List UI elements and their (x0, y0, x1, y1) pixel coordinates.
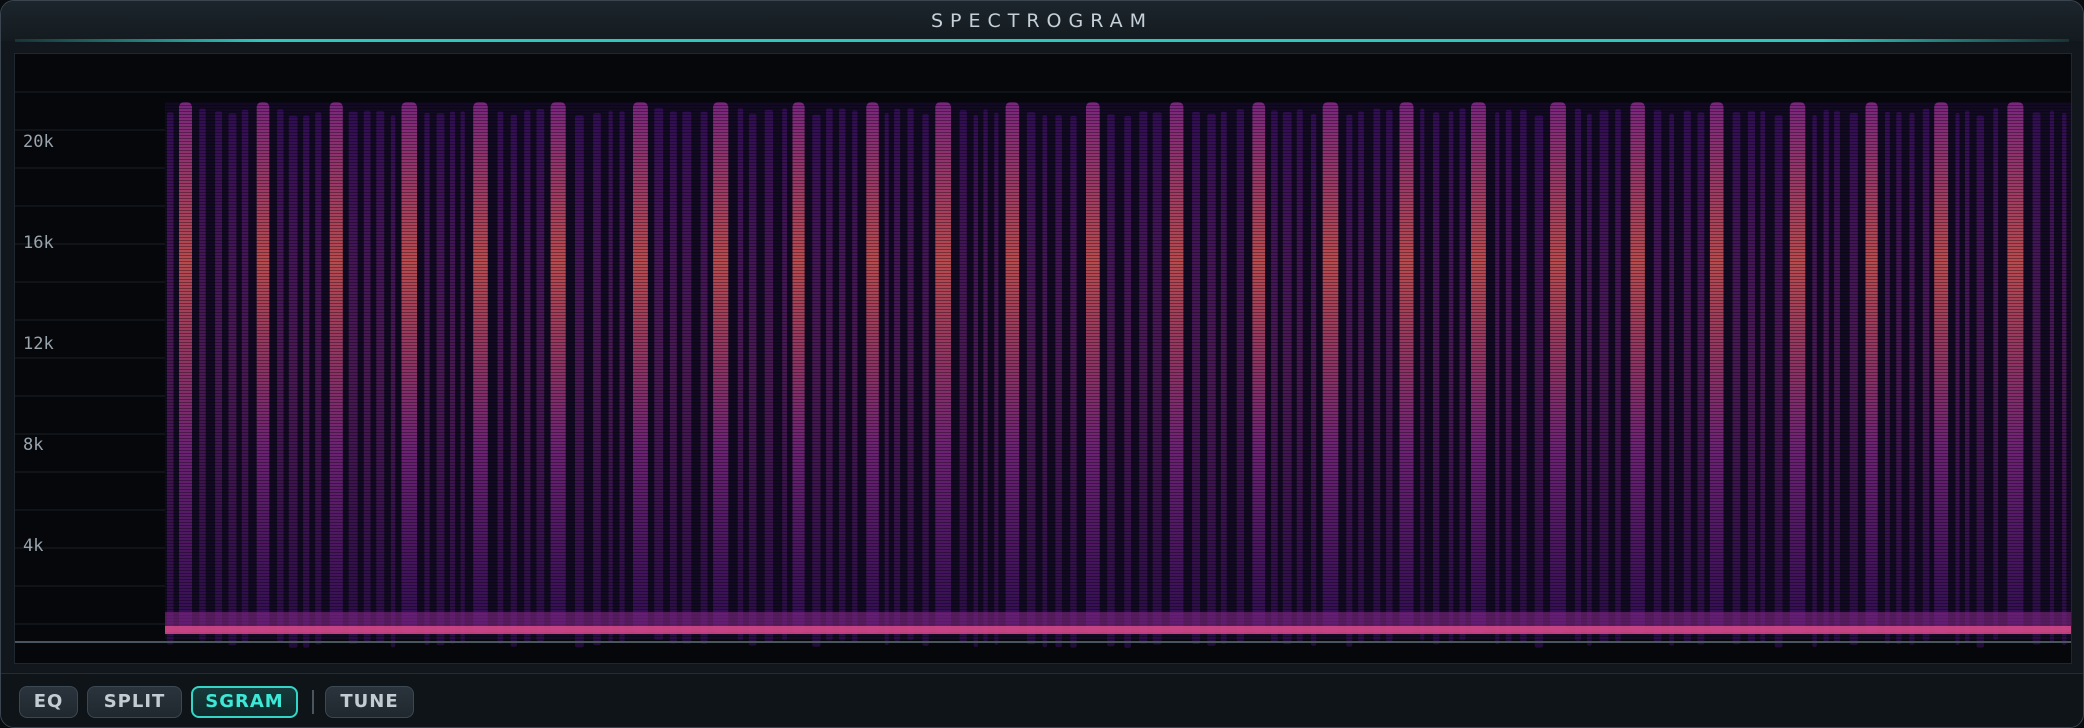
spectrogram-window: SPECTROGRAM 20k 16k 12k 8k 4k EQ SPLIT S… (0, 0, 2084, 728)
split-button[interactable]: SPLIT (87, 686, 182, 718)
sgram-button[interactable]: SGRAM (191, 686, 298, 718)
low-frequency-hot-band (165, 626, 2071, 634)
eq-button[interactable]: EQ (19, 686, 78, 718)
title-bar: SPECTROGRAM (1, 1, 2083, 42)
spectrogram-display: 20k 16k 12k 8k 4k (14, 53, 2072, 664)
spectrogram-canvas (15, 91, 2071, 648)
freq-tick-label-8k: 8k (23, 435, 44, 455)
freq-tick-label-4k: 4k (23, 536, 44, 556)
freq-tick-label-20k: 20k (23, 132, 54, 152)
freq-tick-label-12k: 12k (23, 334, 54, 354)
freq-tick-label-16k: 16k (23, 233, 54, 253)
title-accent-line (15, 39, 2069, 42)
tune-button[interactable]: TUNE (325, 686, 414, 718)
spectrogram-texture (165, 102, 2071, 640)
view-mode-toolbar: EQ SPLIT SGRAM TUNE (1, 673, 2083, 727)
toolbar-separator (312, 690, 314, 714)
window-title: SPECTROGRAM (930, 10, 1154, 32)
